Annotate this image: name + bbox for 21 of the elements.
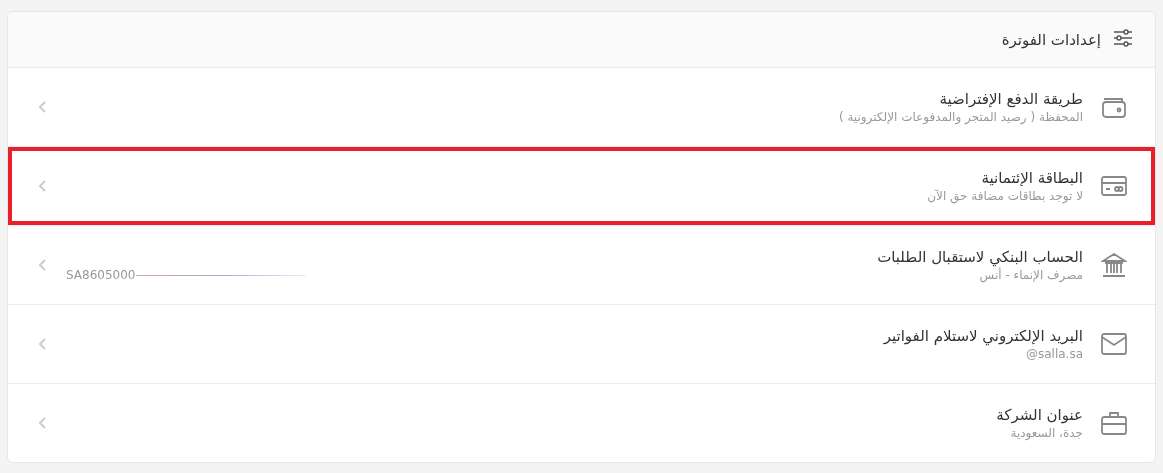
row-title: البطاقة الإئتمانية [980, 169, 1083, 187]
row-subtitle: @salla.sa [1025, 347, 1083, 361]
row-title: البريد الإلكتروني لاستلام الفواتير [882, 327, 1083, 345]
mail-icon [1101, 333, 1127, 355]
sliders-icon [1113, 27, 1133, 48]
row-title: الحساب البنكي لاستقبال الطلبات [876, 248, 1083, 266]
row-title: عنوان الشركة [995, 406, 1083, 424]
card-title: إعدادات الفوترة [1001, 30, 1101, 49]
credit-card-icon [1101, 176, 1127, 196]
settings-row[interactable]: عنوان الشركة جدة، السعودية [8, 384, 1155, 462]
account-number: SA8605000 [66, 268, 136, 282]
row-subtitle: لا توجد بطاقات مضافة حق الآن [927, 189, 1083, 203]
bank-icon [1101, 252, 1127, 278]
row-subtitle: جدة، السعودية [1010, 426, 1083, 440]
settings-row[interactable]: طريقة الدفع الإفتراضية المحفظة ( رصيد المتجر والمدفوعات الإلكترونية ) [8, 68, 1155, 146]
row-title: طريقة الدفع الإفتراضية [938, 90, 1083, 108]
row-subtitle: مصرف الإنماء - أنس [979, 268, 1083, 282]
settings-row[interactable]: البطاقة الإئتمانية لا توجد بطاقات مضافة حق الآن [8, 147, 1155, 225]
row-subtitle: المحفظة ( رصيد المتجر والمدفوعات الإلكترونية ) [838, 110, 1083, 124]
wallet-icon [1101, 95, 1127, 119]
briefcase-icon [1101, 410, 1127, 436]
